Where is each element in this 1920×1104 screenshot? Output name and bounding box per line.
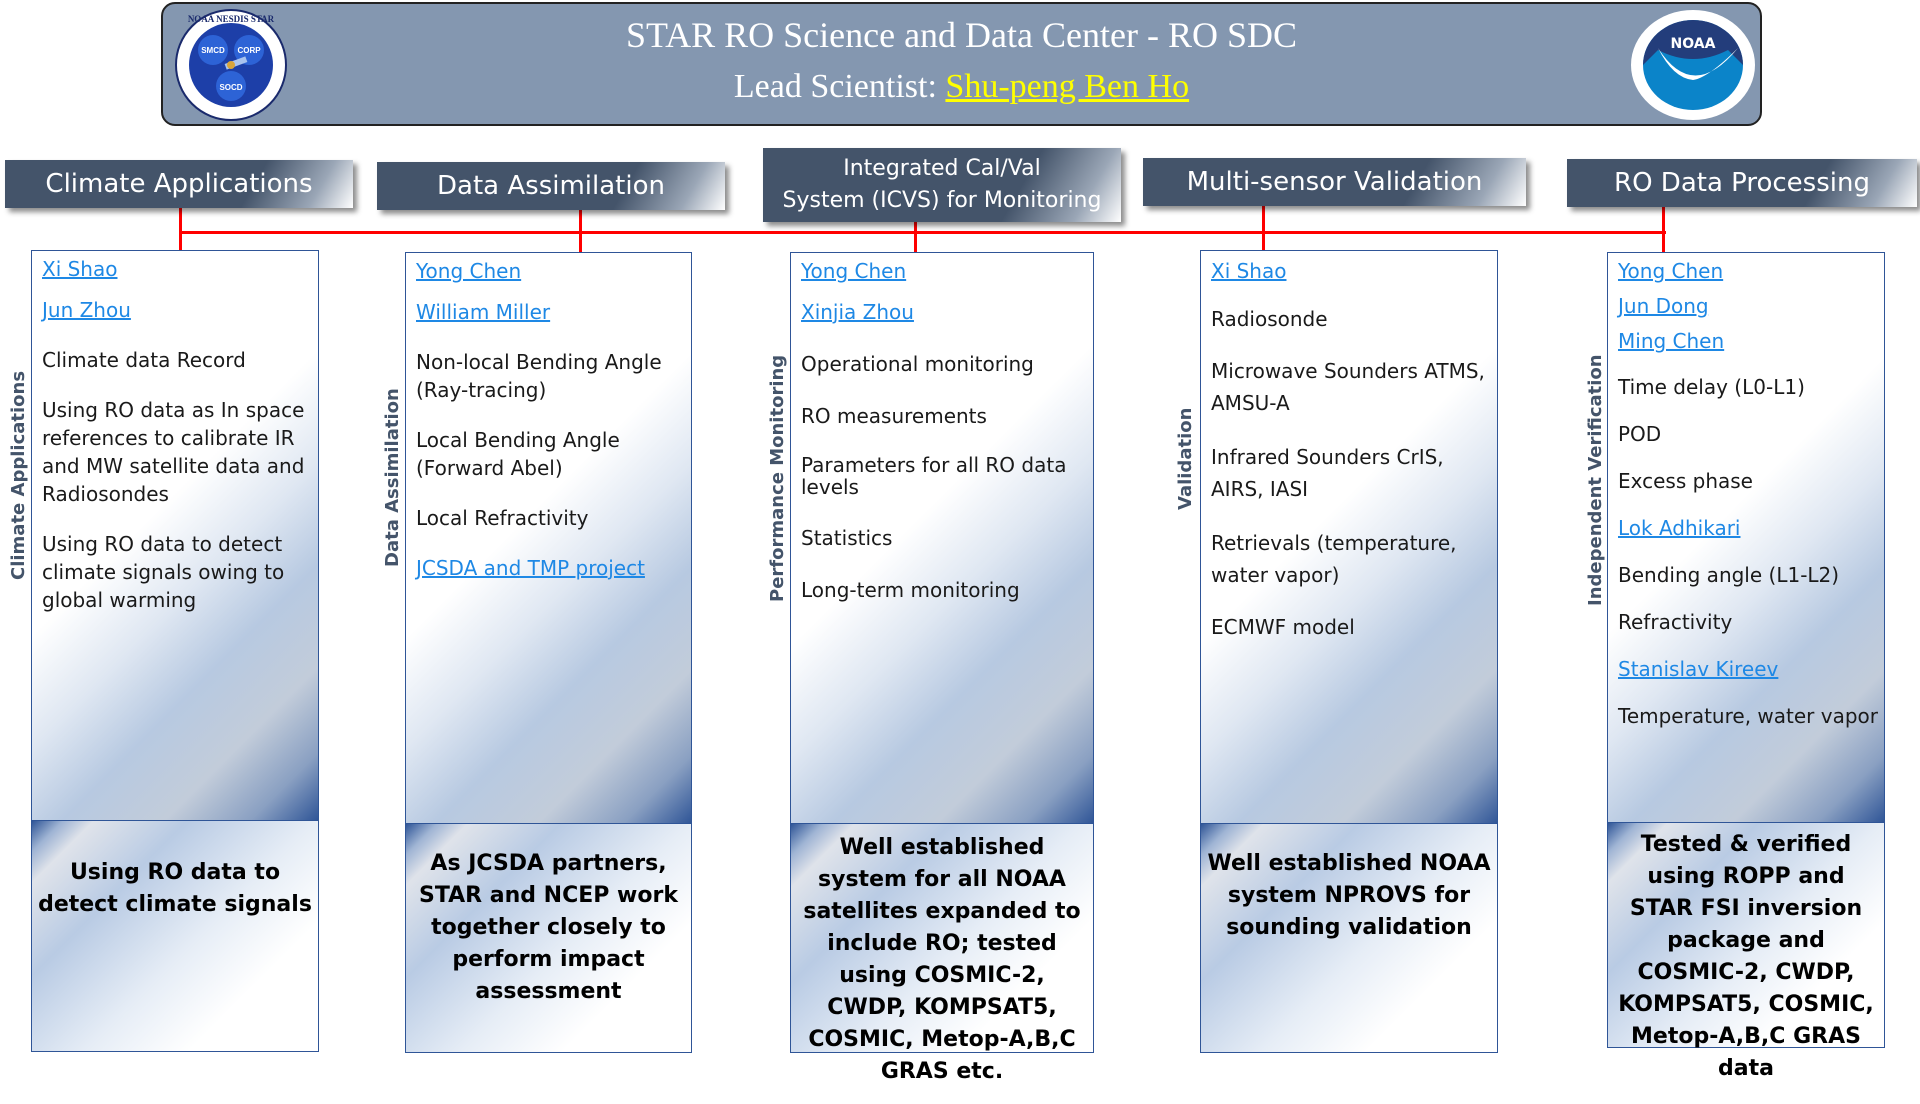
category-ro-data-processing: RO Data Processing xyxy=(1567,159,1917,207)
summary-text: Using RO data to detect climate signals xyxy=(38,860,312,917)
person-link[interactable]: Yong Chen xyxy=(1618,257,1878,285)
list-item: RO measurements xyxy=(801,404,987,428)
summary-box-climate: Using RO data to detect climate signals xyxy=(31,820,319,1052)
list-item: Operational monitoring xyxy=(801,352,1034,376)
list-item: Excess phase xyxy=(1618,469,1753,493)
list-item: Local Bending Angle (Forward Abel) xyxy=(416,428,620,480)
side-label-verification: Independent Verification xyxy=(1585,354,1606,606)
list-item: Using RO data as In space references to … xyxy=(42,398,305,506)
list-item: Local Refractivity xyxy=(416,506,589,530)
page-title: STAR RO Science and Data Center - RO SDC xyxy=(625,15,1297,55)
content-box-validation: Xi Shao Radiosonde Microwave Sounders AT… xyxy=(1200,250,1498,826)
svg-text:NOAA: NOAA xyxy=(1671,36,1716,52)
person-link[interactable]: Stanislav Kireev xyxy=(1618,655,1878,683)
list-item: POD xyxy=(1618,422,1662,446)
list-item: Temperature, water vapor xyxy=(1618,704,1878,728)
person-link[interactable]: Lok Adhikari xyxy=(1618,514,1878,542)
list-item: Radiosonde xyxy=(1211,307,1328,331)
person-link[interactable]: Jun Zhou xyxy=(42,296,312,324)
summary-text: As JCSDA partners, STAR and NCEP work to… xyxy=(419,851,678,1004)
summary-box-assimilation: As JCSDA partners, STAR and NCEP work to… xyxy=(405,823,692,1053)
connector-icvs xyxy=(914,222,917,254)
summary-text: Well established system for all NOAA sat… xyxy=(803,835,1081,1084)
person-link[interactable]: Xi Shao xyxy=(42,255,312,283)
content-box-climate: Xi Shao Jun Zhou Climate data Record Usi… xyxy=(31,250,319,822)
lead-scientist-link[interactable]: Shu-peng Ben Ho xyxy=(945,68,1189,105)
content-box-icvs: Yong Chen Xinjia Zhou Operational monito… xyxy=(790,252,1094,825)
project-link[interactable]: JCSDA and TMP project xyxy=(416,554,685,582)
person-link[interactable]: Xinjia Zhou xyxy=(801,298,1087,326)
summary-text: Well established NOAA system NPROVS for … xyxy=(1207,851,1491,940)
list-item: Statistics xyxy=(801,526,893,550)
person-link[interactable]: Ming Chen xyxy=(1618,327,1878,355)
person-link[interactable]: Jun Dong xyxy=(1618,292,1878,320)
content-box-processing: Yong Chen Jun Dong Ming Chen Time delay … xyxy=(1607,252,1885,824)
person-link[interactable]: William Miller xyxy=(416,298,685,326)
side-label-assimilation: Data Assimilation xyxy=(382,388,403,567)
connector-horizontal xyxy=(179,231,1666,234)
content-box-assimilation: Yong Chen William Miller Non-local Bendi… xyxy=(405,252,692,825)
side-label-performance: Performance Monitoring xyxy=(767,354,788,602)
category-climate-applications: Climate Applications xyxy=(5,160,353,208)
noaa-logo-icon: NOAA xyxy=(1631,10,1755,120)
person-link[interactable]: Yong Chen xyxy=(801,257,1087,285)
side-label-climate: Climate Applications xyxy=(8,370,29,580)
list-item: Microwave Sounders ATMS, AMSU-A xyxy=(1211,359,1485,415)
summary-box-processing: Tested & verified using ROPP and STAR FS… xyxy=(1607,822,1885,1081)
header-banner: SMCD CORP SOCD NOAA NESDIS STAR STAR RO … xyxy=(161,2,1762,126)
category-icvs: Integrated Cal/Val System (ICVS) for Mon… xyxy=(763,148,1121,222)
side-label-validation: Validation xyxy=(1175,407,1196,510)
list-item: Parameters for all RO data levels xyxy=(801,453,1067,499)
connector-assimilation xyxy=(579,210,582,254)
list-item: Long-term monitoring xyxy=(801,578,1020,602)
list-item: ECMWF model xyxy=(1211,615,1355,639)
list-item: Bending angle (L1-L2) xyxy=(1618,563,1840,587)
lead-scientist-label: Lead Scientist: xyxy=(733,68,937,105)
summary-text: Tested & verified using ROPP and STAR FS… xyxy=(1618,832,1874,1081)
connector-climate xyxy=(179,208,182,252)
list-item: Refractivity xyxy=(1618,610,1733,634)
list-item: Retrievals (temperature, water vapor) xyxy=(1211,531,1457,587)
summary-box-validation: Well established NOAA system NPROVS for … xyxy=(1200,823,1498,1053)
list-item: Infrared Sounders CrIS, AIRS, IASI xyxy=(1211,445,1444,501)
list-item: Time delay (L0-L1) xyxy=(1618,375,1805,399)
category-multi-sensor-validation: Multi-sensor Validation xyxy=(1143,158,1526,206)
person-link[interactable]: Yong Chen xyxy=(416,257,685,285)
connector-processing xyxy=(1662,207,1665,253)
list-item: Non-local Bending Angle (Ray-tracing) xyxy=(416,350,662,402)
list-item: Using RO data to detect climate signals … xyxy=(42,532,285,612)
category-data-assimilation: Data Assimilation xyxy=(377,162,725,210)
person-link[interactable]: Xi Shao xyxy=(1211,257,1491,285)
summary-box-icvs: Well established system for all NOAA sat… xyxy=(790,823,1094,1084)
lead-scientist: Lead Scientist: Shu-peng Ben Ho xyxy=(163,68,1760,106)
connector-validation xyxy=(1262,206,1265,252)
list-item: Climate data Record xyxy=(42,348,246,372)
